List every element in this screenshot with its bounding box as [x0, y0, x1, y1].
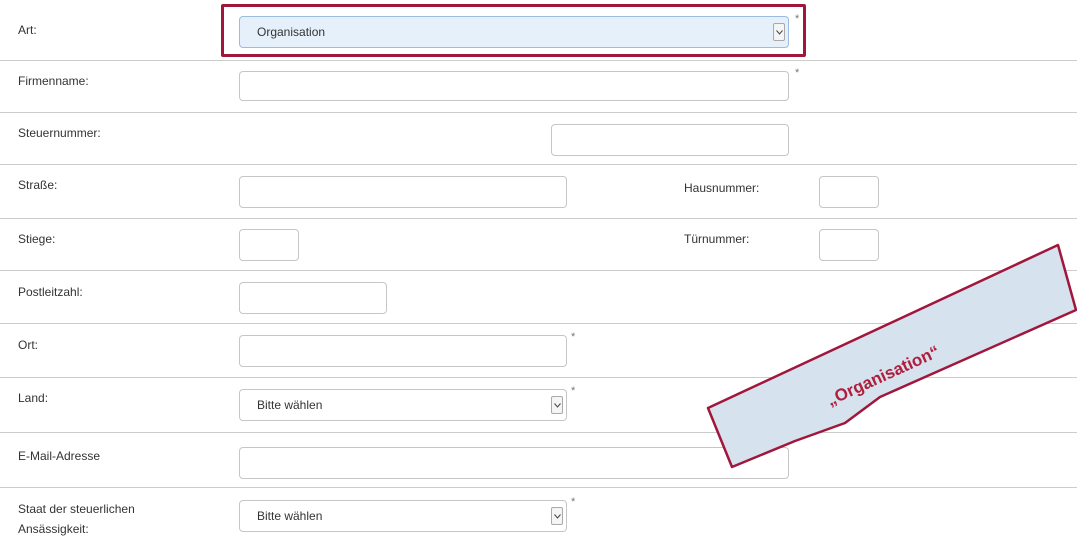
chevron-down-icon: [551, 507, 563, 525]
stiege-input[interactable]: [239, 229, 299, 261]
tuernummer-input[interactable]: [819, 229, 879, 261]
firmenname-input[interactable]: [239, 71, 789, 101]
land-required-asterisk: *: [571, 385, 576, 397]
email-input[interactable]: [239, 447, 789, 479]
ort-label: Ort:: [18, 338, 38, 352]
ort-input[interactable]: [239, 335, 567, 367]
row-steuernummer: Steuernummer:: [0, 113, 1077, 165]
row-stiege: Stiege: Türnummer:: [0, 219, 1077, 271]
strasse-label: Straße:: [18, 178, 58, 192]
postleitzahl-label: Postleitzahl:: [18, 285, 83, 299]
chevron-down-icon: [773, 23, 785, 41]
art-required-asterisk: *: [795, 13, 800, 25]
postleitzahl-input[interactable]: [239, 282, 387, 314]
staat-label-line2: Ansässigkeit:: [18, 522, 89, 536]
staat-select[interactable]: Bitte wählen: [239, 500, 567, 532]
tuernummer-label: Türnummer:: [684, 232, 750, 246]
chevron-down-icon: [551, 396, 563, 414]
land-select[interactable]: Bitte wählen: [239, 389, 567, 421]
email-label: E-Mail-Adresse: [18, 449, 101, 463]
land-label: Land:: [18, 391, 49, 405]
art-select[interactable]: Organisation: [239, 16, 789, 48]
steuernummer-label: Steuernummer:: [18, 126, 101, 140]
strasse-input[interactable]: [239, 176, 567, 208]
firmenname-required-asterisk: *: [795, 67, 800, 79]
steuernummer-input[interactable]: [551, 124, 789, 156]
staat-select-value: Bitte wählen: [257, 509, 323, 523]
hausnummer-label: Hausnummer:: [684, 181, 760, 195]
row-postleitzahl: Postleitzahl:: [0, 271, 1077, 324]
staat-label-line1: Staat der steuerlichen: [18, 502, 135, 516]
firmenname-label: Firmenname:: [18, 74, 89, 88]
land-select-value: Bitte wählen: [257, 398, 323, 412]
stiege-label: Stiege:: [18, 232, 56, 246]
art-label: Art:: [18, 23, 37, 37]
art-select-value: Organisation: [257, 25, 326, 39]
staat-required-asterisk: *: [571, 496, 576, 508]
hausnummer-input[interactable]: [819, 176, 879, 208]
ort-required-asterisk: *: [571, 331, 576, 343]
